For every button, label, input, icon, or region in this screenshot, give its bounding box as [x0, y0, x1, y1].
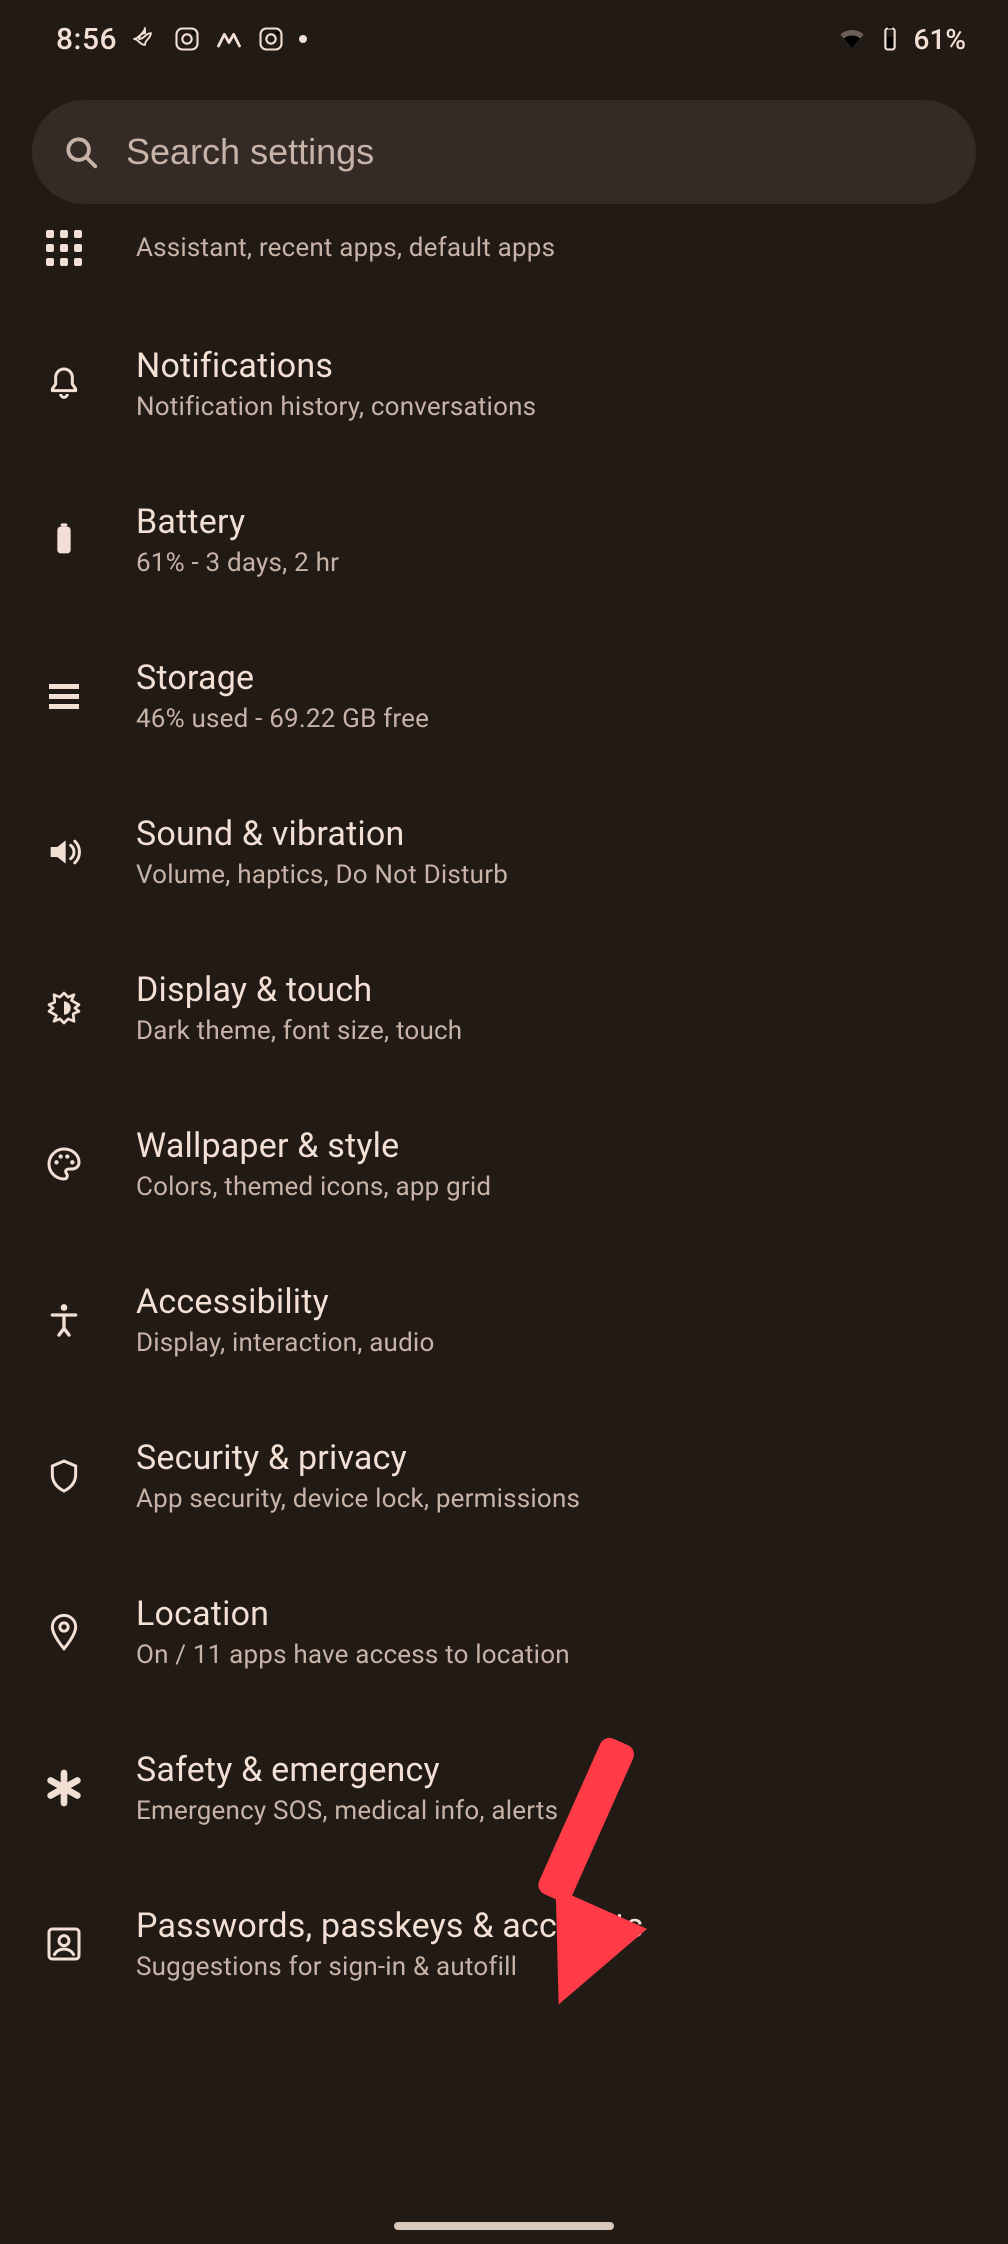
status-left: 8:56	[56, 22, 307, 57]
settings-list[interactable]: Apps Assistant, recent apps, default app…	[0, 204, 1008, 2022]
item-title: Security & privacy	[136, 1438, 580, 1478]
instagram-icon	[257, 25, 285, 53]
storage-icon	[38, 670, 90, 722]
search-settings[interactable]	[32, 100, 976, 204]
item-subtitle: Colors, themed icons, app grid	[136, 1172, 491, 1202]
settings-item-apps[interactable]: Apps Assistant, recent apps, default app…	[0, 212, 1008, 306]
battery-icon	[38, 514, 90, 566]
item-subtitle: Display, interaction, audio	[136, 1328, 434, 1358]
item-title: Display & touch	[136, 970, 462, 1010]
shield-icon	[38, 1450, 90, 1502]
item-subtitle: 61% - 3 days, 2 hr	[136, 548, 339, 578]
item-title: Accessibility	[136, 1282, 434, 1322]
battery-status-icon	[876, 25, 904, 53]
item-title: Wallpaper & style	[136, 1126, 491, 1166]
settings-item-accessibility[interactable]: Accessibility Display, interaction, audi…	[0, 1242, 1008, 1398]
search-input[interactable]	[126, 131, 946, 173]
settings-item-wallpaper[interactable]: Wallpaper & style Colors, themed icons, …	[0, 1086, 1008, 1242]
item-subtitle: On / 11 apps have access to location	[136, 1640, 570, 1670]
overflow-dot-icon	[299, 35, 307, 43]
item-title: Storage	[136, 658, 429, 698]
item-subtitle: Dark theme, font size, touch	[136, 1016, 462, 1046]
status-right: 61%	[838, 23, 966, 56]
item-subtitle: 46% used - 69.22 GB free	[136, 704, 429, 734]
accessibility-icon	[38, 1294, 90, 1346]
zigzag-icon	[215, 25, 243, 53]
palette-icon	[38, 1138, 90, 1190]
item-title: Sound & vibration	[136, 814, 508, 854]
item-title: Battery	[136, 502, 339, 542]
instagram-icon	[173, 25, 201, 53]
settings-item-passwords[interactable]: Passwords, passkeys & accounts Suggestio…	[0, 1866, 1008, 2022]
item-subtitle: Volume, haptics, Do Not Disturb	[136, 860, 508, 890]
location-pin-icon	[38, 1606, 90, 1658]
settings-item-location[interactable]: Location On / 11 apps have access to loc…	[0, 1554, 1008, 1710]
settings-item-battery[interactable]: Battery 61% - 3 days, 2 hr	[0, 462, 1008, 618]
item-subtitle: Assistant, recent apps, default apps	[136, 233, 555, 263]
settings-item-storage[interactable]: Storage 46% used - 69.22 GB free	[0, 618, 1008, 774]
item-subtitle: Notification history, conversations	[136, 392, 536, 422]
apps-icon	[38, 222, 90, 274]
settings-item-sound[interactable]: Sound & vibration Volume, haptics, Do No…	[0, 774, 1008, 930]
bell-icon	[38, 358, 90, 410]
item-subtitle: Suggestions for sign-in & autofill	[136, 1952, 644, 1982]
wifi-icon	[838, 25, 866, 53]
medical-asterisk-icon	[38, 1762, 90, 1814]
volume-icon	[38, 826, 90, 878]
item-title: Notifications	[136, 346, 536, 386]
status-time: 8:56	[56, 22, 117, 57]
gesture-nav-bar[interactable]	[394, 2222, 614, 2230]
battery-percentage: 61%	[914, 23, 966, 56]
item-subtitle: Emergency SOS, medical info, alerts	[136, 1796, 558, 1826]
brightness-icon	[38, 982, 90, 1034]
item-title: Safety & emergency	[136, 1750, 558, 1790]
search-icon	[62, 133, 100, 171]
settings-item-security[interactable]: Security & privacy App security, device …	[0, 1398, 1008, 1554]
settings-item-notifications[interactable]: Notifications Notification history, conv…	[0, 306, 1008, 462]
item-subtitle: App security, device lock, permissions	[136, 1484, 580, 1514]
settings-item-safety[interactable]: Safety & emergency Emergency SOS, medica…	[0, 1710, 1008, 1866]
item-title: Passwords, passkeys & accounts	[136, 1906, 644, 1946]
status-bar: 8:56 61%	[0, 0, 1008, 78]
search-container	[0, 78, 1008, 204]
item-title: Location	[136, 1594, 570, 1634]
settings-item-display[interactable]: Display & touch Dark theme, font size, t…	[0, 930, 1008, 1086]
account-box-icon	[38, 1918, 90, 1970]
pinwheel-icon	[131, 25, 159, 53]
